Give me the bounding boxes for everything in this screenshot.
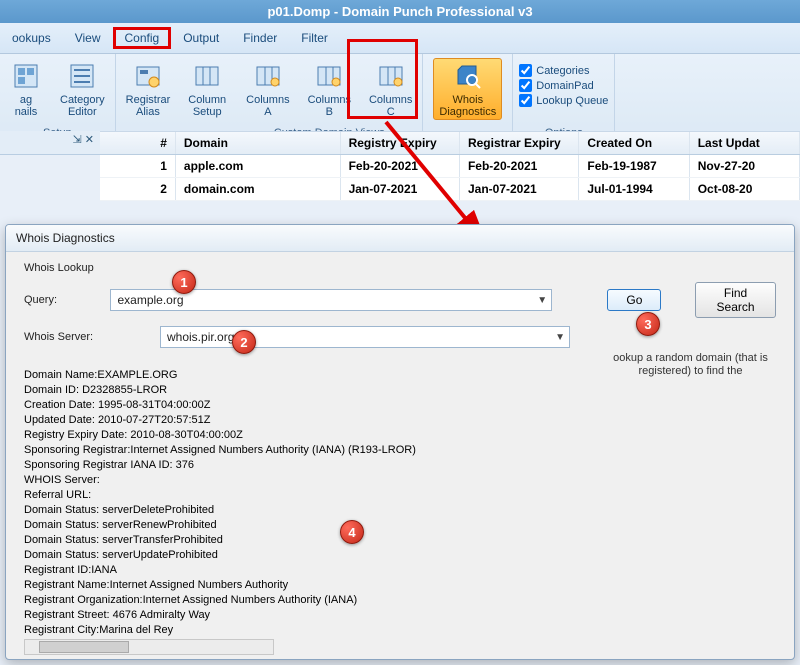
col-created-on[interactable]: Created On	[579, 132, 689, 154]
ribbon-label: nails	[15, 106, 38, 118]
whois-server-label: Whois Server:	[24, 331, 104, 343]
ribbon-label: A	[264, 106, 271, 118]
ribbon-label: Columns	[308, 94, 351, 106]
ribbon-group-options: Categories DomainPad Lookup Queue Option…	[513, 54, 615, 141]
cell-last-updated: Oct-08-20	[690, 178, 800, 200]
ribbon-label: B	[326, 106, 333, 118]
tag-icon	[10, 60, 42, 92]
ribbon-group-whois: Whois Diagnostics	[423, 54, 513, 141]
menu-lookups[interactable]: ookups	[0, 27, 63, 49]
ribbon-columns-c[interactable]: Columns C	[365, 58, 416, 120]
window-title: p01.Domp - Domain Punch Professional v3	[0, 0, 800, 23]
ribbon-label: Registrar	[126, 94, 171, 106]
checkbox-categories[interactable]	[519, 64, 532, 77]
whois-diagnostics-dialog: Whois Diagnostics Whois Lookup Query: ex…	[5, 224, 795, 660]
checkbox-lookup-queue[interactable]	[519, 94, 532, 107]
query-label: Query:	[24, 294, 102, 306]
col-last-updated[interactable]: Last Updat	[690, 132, 800, 154]
option-label: Categories	[536, 65, 589, 77]
ribbon-whois-diagnostics[interactable]: Whois Diagnostics	[433, 58, 502, 120]
ribbon-label: Diagnostics	[439, 106, 496, 118]
find-search-button[interactable]: Find Search	[695, 282, 776, 318]
ribbon-label: Columns	[246, 94, 289, 106]
table-header: # Domain Registry Expiry Registrar Expir…	[100, 132, 800, 155]
ribbon-label: Whois	[453, 94, 484, 106]
chevron-down-icon: ▼	[537, 295, 547, 306]
ribbon-label: Column	[188, 94, 226, 106]
ribbon-columns-a[interactable]: Columns A	[242, 58, 293, 120]
option-label: Lookup Queue	[536, 95, 608, 107]
columns-a-icon	[252, 60, 284, 92]
chevron-down-icon: ▼	[555, 332, 565, 343]
ribbon-group-registrar-column: Registrar Alias Column Setup	[116, 54, 237, 141]
whois-icon	[452, 60, 484, 92]
ribbon-group-custom-views: Columns A Columns B Columns C Custom Dom…	[236, 54, 423, 141]
query-combo[interactable]: example.org ▼	[110, 289, 552, 311]
cell-registry-expiry: Jan-07-2021	[341, 178, 460, 200]
col-registrar-expiry[interactable]: Registrar Expiry	[460, 132, 579, 154]
cell-domain: apple.com	[176, 155, 341, 177]
cell-registrar-expiry: Feb-20-2021	[460, 155, 579, 177]
col-domain[interactable]: Domain	[176, 132, 341, 154]
columns-b-icon	[313, 60, 345, 92]
cell-last-updated: Nov-27-20	[690, 155, 800, 177]
option-label: DomainPad	[536, 80, 593, 92]
col-index[interactable]: #	[100, 132, 176, 154]
whois-output: Domain Name:EXAMPLE.ORG Domain ID: D2328…	[24, 368, 776, 653]
ribbon-columns-b[interactable]: Columns B	[304, 58, 355, 120]
cell-registry-expiry: Feb-20-2021	[341, 155, 460, 177]
menu-filter[interactable]: Filter	[289, 27, 340, 49]
whois-lookup-group: Whois Lookup Query: example.org ▼ Go Fin…	[24, 262, 776, 362]
group-label: Whois Lookup	[24, 262, 776, 274]
cell-index: 1	[100, 155, 176, 177]
ribbon-category-editor[interactable]: Category Editor	[56, 58, 109, 120]
option-lookup-queue[interactable]: Lookup Queue	[519, 94, 608, 107]
ribbon: ag nails Category Editor Setup Registrar…	[0, 54, 800, 142]
ribbon-group-setup: ag nails Category Editor Setup	[0, 54, 116, 141]
table-row[interactable]: 2 domain.com Jan-07-2021 Jan-07-2021 Jul…	[100, 178, 800, 201]
go-button[interactable]: Go	[607, 289, 661, 311]
dialog-title: Whois Diagnostics	[6, 225, 794, 252]
ribbon-label: Alias	[136, 106, 160, 118]
cell-index: 2	[100, 178, 176, 200]
whois-server-value: whois.pir.org	[167, 330, 234, 344]
option-categories[interactable]: Categories	[519, 64, 589, 77]
ribbon-registrar-alias[interactable]: Registrar Alias	[122, 58, 175, 120]
cell-domain: domain.com	[176, 178, 341, 200]
horizontal-scrollbar[interactable]	[24, 639, 274, 655]
ribbon-label: C	[387, 106, 395, 118]
ribbon-tag-thumbnails[interactable]: ag nails	[6, 58, 46, 120]
cell-created-on: Feb-19-1987	[579, 155, 689, 177]
col-registry-expiry[interactable]: Registry Expiry	[341, 132, 460, 154]
whois-server-combo[interactable]: whois.pir.org ▼	[160, 326, 570, 348]
option-domainpad[interactable]: DomainPad	[519, 79, 593, 92]
ribbon-label: ag	[20, 94, 32, 106]
hint-text: ookup a random domain (that is registere…	[603, 352, 778, 378]
ribbon-label: Setup	[193, 106, 222, 118]
domain-table: # Domain Registry Expiry Registrar Expir…	[100, 131, 800, 201]
ribbon-label: Columns	[369, 94, 412, 106]
ribbon-column-setup[interactable]: Column Setup	[184, 58, 230, 120]
columns-icon	[191, 60, 223, 92]
panel-pin-controls[interactable]: ⇲ ✕	[0, 131, 100, 155]
menu-bar: ookups View Config Output Finder Filter	[0, 23, 800, 54]
menu-view[interactable]: View	[63, 27, 113, 49]
menu-output[interactable]: Output	[171, 27, 231, 49]
scrollbar-thumb[interactable]	[39, 641, 129, 653]
columns-c-icon	[375, 60, 407, 92]
cell-registrar-expiry: Jan-07-2021	[460, 178, 579, 200]
checkbox-domainpad[interactable]	[519, 79, 532, 92]
category-icon	[66, 60, 98, 92]
ribbon-label: Editor	[68, 106, 97, 118]
ribbon-label: Category	[60, 94, 105, 106]
menu-config[interactable]: Config	[113, 27, 172, 49]
registrar-icon	[132, 60, 164, 92]
query-value: example.org	[117, 293, 183, 307]
table-row[interactable]: 1 apple.com Feb-20-2021 Feb-20-2021 Feb-…	[100, 155, 800, 178]
cell-created-on: Jul-01-1994	[579, 178, 689, 200]
menu-finder[interactable]: Finder	[231, 27, 289, 49]
